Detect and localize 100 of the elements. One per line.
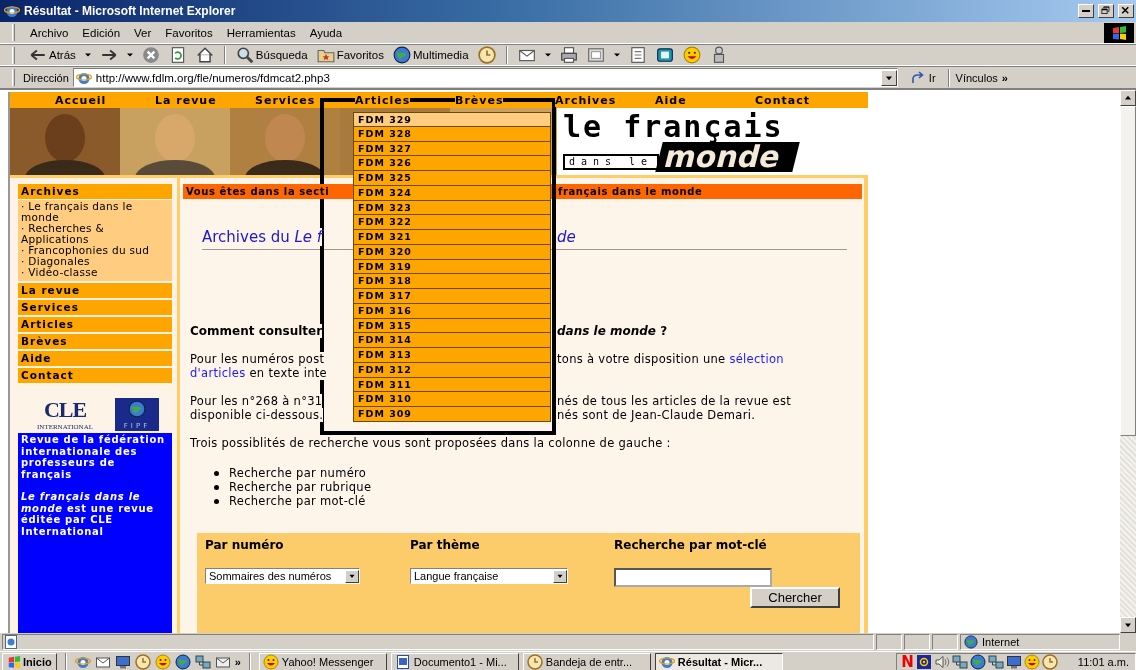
smiley-icon[interactable] bbox=[1023, 653, 1040, 670]
nav-link[interactable]: Contact bbox=[755, 93, 810, 107]
menu-item[interactable]: FDM 309 bbox=[353, 407, 551, 422]
sidebar-heading[interactable]: Services bbox=[18, 300, 172, 315]
menu-item[interactable]: FDM 325 bbox=[353, 171, 551, 186]
scroll-up-button[interactable] bbox=[1120, 90, 1136, 106]
body-text: disponible ci-dessous. bbox=[190, 408, 324, 422]
monitor-icon[interactable] bbox=[1005, 653, 1022, 670]
menu-item[interactable]: Edición bbox=[75, 26, 128, 39]
more-button[interactable]: » bbox=[234, 655, 241, 668]
more-links-button[interactable]: » bbox=[1001, 71, 1008, 84]
menu-item[interactable]: FDM 326 bbox=[353, 156, 551, 171]
globe-icon bbox=[392, 46, 411, 64]
clock-icon[interactable] bbox=[134, 653, 151, 670]
select-field[interactable]: Langue française bbox=[410, 568, 568, 584]
monitor-icon[interactable] bbox=[114, 653, 131, 670]
radio-icon[interactable] bbox=[915, 653, 932, 670]
search-field[interactable] bbox=[614, 568, 772, 587]
menu-item[interactable]: FDM 321 bbox=[353, 230, 551, 245]
menu-item[interactable]: FDM 318 bbox=[353, 274, 551, 289]
nav-link[interactable]: Aide bbox=[655, 93, 687, 107]
network-icon[interactable] bbox=[951, 653, 968, 670]
dropdown-button[interactable] bbox=[880, 69, 897, 86]
menu-item[interactable]: Ayuda bbox=[302, 26, 350, 39]
sidebar-heading[interactable]: Aide bbox=[18, 351, 172, 366]
nav-link[interactable]: Articles bbox=[355, 93, 411, 107]
sidebar-link[interactable]: · Diagonales bbox=[21, 256, 169, 267]
menu-item[interactable]: Herramientas bbox=[219, 26, 303, 39]
sidebar-link[interactable]: · Le français dans le monde bbox=[21, 201, 169, 223]
network-icon[interactable] bbox=[987, 653, 1004, 670]
sidebar-heading[interactable]: Archives bbox=[18, 184, 172, 199]
smiley-icon[interactable] bbox=[154, 653, 171, 670]
status-pane bbox=[904, 634, 930, 650]
menu-item[interactable]: FDM 317 bbox=[353, 289, 551, 304]
sidebar-heading[interactable]: La revue bbox=[18, 283, 172, 298]
speaker-icon[interactable] bbox=[933, 653, 950, 670]
minimize-icon bbox=[1081, 9, 1091, 13]
status-pane bbox=[932, 634, 958, 650]
nav-link[interactable]: Accueil bbox=[55, 93, 107, 107]
sidebar-link[interactable]: · Recherches & Applications bbox=[21, 223, 169, 245]
search-button[interactable]: Chercher bbox=[750, 587, 840, 608]
bullet-icon bbox=[214, 498, 219, 504]
flag-icon bbox=[7, 654, 21, 669]
taskbar-button[interactable]: Documento1 - Mi... bbox=[390, 652, 519, 670]
nav-link[interactable]: Services bbox=[255, 93, 316, 107]
sidebar-heading[interactable]: Articles bbox=[18, 317, 172, 332]
subheading: Comment consulter bbox=[190, 324, 323, 338]
links-label[interactable]: Vínculos bbox=[955, 71, 998, 84]
section-text: français dans le monde bbox=[558, 184, 703, 199]
scroll-down-button[interactable] bbox=[1120, 617, 1136, 633]
folder-button[interactable]: Favoritos bbox=[313, 45, 387, 65]
minimize-button[interactable] bbox=[1078, 4, 1094, 18]
about-text: Le français dans le monde est une revue éditée par CLE International bbox=[21, 491, 155, 537]
list-item: Recherche par numéro bbox=[229, 466, 367, 480]
zone-label: Internet bbox=[982, 636, 1020, 648]
document-icon bbox=[394, 653, 411, 670]
sidebar-heading[interactable]: Contact bbox=[18, 368, 172, 383]
restore-button[interactable] bbox=[1098, 4, 1114, 18]
body-text: tons à votre disposition une sélection bbox=[557, 352, 784, 366]
network-icon[interactable] bbox=[194, 653, 211, 670]
menu-item[interactable]: Archivo bbox=[23, 26, 76, 39]
scrollbar-thumb[interactable] bbox=[1120, 106, 1136, 436]
link[interactable]: sélection bbox=[729, 352, 784, 366]
globe-icon[interactable] bbox=[174, 653, 191, 670]
page-heading: Archives du Le f bbox=[202, 228, 323, 246]
menu-item[interactable]: Ver bbox=[127, 26, 159, 39]
menu-item[interactable]: FDM 314 bbox=[353, 333, 551, 348]
globe-icon[interactable] bbox=[969, 653, 986, 670]
menu-item[interactable]: FDM 322 bbox=[353, 215, 551, 230]
smiley-icon bbox=[262, 653, 279, 670]
taskbar-button[interactable]: Résultat - Micr... bbox=[654, 652, 783, 670]
printer-icon bbox=[559, 46, 578, 64]
section-text: Vous êtes dans la secti bbox=[186, 184, 330, 199]
sidebar-link[interactable]: · Vidéo-classe bbox=[21, 267, 169, 278]
list-item: Recherche par rubrique bbox=[229, 480, 372, 494]
menu-item[interactable]: FDM 313 bbox=[353, 348, 551, 363]
nav-link[interactable]: Archives bbox=[555, 93, 617, 107]
taskbar-button[interactable]: Bandeja de entr... bbox=[522, 652, 651, 670]
nav-link[interactable]: Brèves bbox=[455, 93, 504, 107]
menu-item[interactable]: FDM 329 bbox=[353, 112, 551, 127]
go-button[interactable]: Ir bbox=[897, 68, 944, 87]
link[interactable]: d'articles bbox=[190, 366, 246, 380]
taskbar-button[interactable]: Yahoo! Messenger bbox=[258, 652, 387, 670]
sidebar-heading[interactable]: Brèves bbox=[18, 334, 172, 349]
logo-text: dans le bbox=[563, 154, 660, 170]
search-button[interactable]: Búsqueda bbox=[232, 45, 311, 65]
start-button[interactable]: Inicio bbox=[2, 652, 57, 670]
back-arrow-button[interactable]: Atrás bbox=[26, 45, 79, 65]
subheading: dans le monde ? bbox=[557, 324, 668, 338]
close-button[interactable] bbox=[1118, 4, 1134, 18]
select-field[interactable]: Sommaires des numéros bbox=[205, 568, 360, 584]
go-arrow-icon bbox=[909, 69, 926, 86]
menu-item[interactable]: FDM 310 bbox=[353, 392, 551, 407]
address-field[interactable]: http://www.fdlm.org/fle/numeros/fdmcat2.php3 bbox=[72, 68, 898, 87]
nav-link[interactable]: La revue bbox=[155, 93, 217, 107]
globe-button[interactable]: Multimedia bbox=[389, 45, 472, 65]
menu-item[interactable]: Favoritos bbox=[158, 26, 220, 39]
logo-text: monde bbox=[655, 142, 800, 172]
sidebar-link[interactable]: · Francophonies du sud bbox=[21, 245, 169, 256]
clock-icon[interactable] bbox=[1041, 653, 1058, 670]
